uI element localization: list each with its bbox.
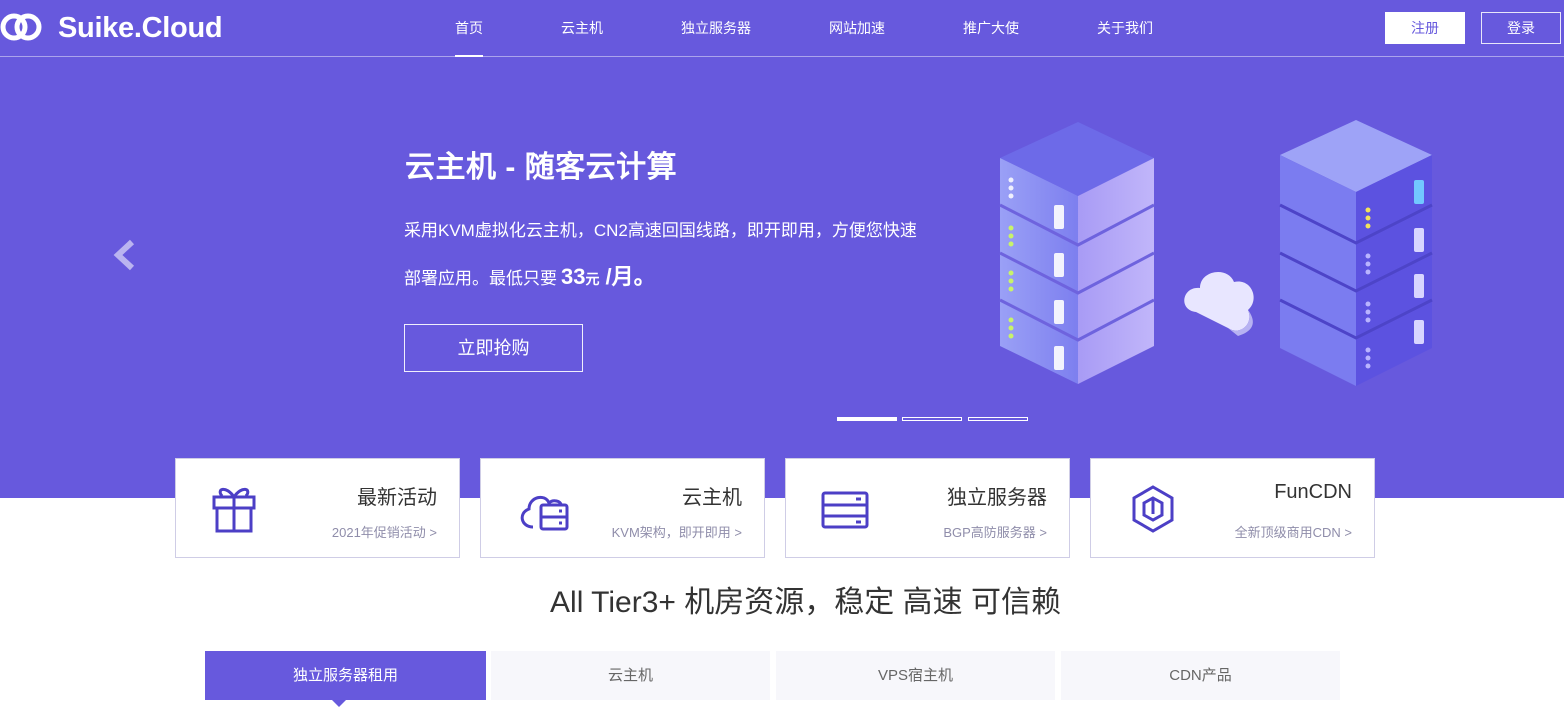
gift-icon	[212, 487, 256, 533]
carousel-dot-1[interactable]	[837, 417, 897, 421]
card-funcdn[interactable]: FunCDN 全新顶级商用CDN >	[1090, 458, 1375, 558]
left-server-tower	[999, 122, 1155, 384]
buy-now-button[interactable]: 立即抢购	[404, 324, 583, 372]
tab-cdn-products[interactable]: CDN产品	[1061, 651, 1340, 700]
right-server-tower	[1279, 120, 1433, 386]
register-button[interactable]: 注册	[1385, 12, 1465, 44]
card-cloud-host[interactable]: 云主机 KVM架构，即开即用 >	[480, 458, 765, 558]
active-tab-caret	[332, 700, 346, 707]
price-value: 33	[561, 264, 586, 289]
nav-item-site-acceleration[interactable]: 网站加速	[829, 0, 885, 57]
nav-item-dedicated-server[interactable]: 独立服务器	[681, 0, 751, 57]
price-period: /月。	[605, 264, 656, 289]
top-navbar: Suike.Cloud 首页 云主机 独立服务器 网站加速 推广大使 关于我们 …	[0, 0, 1564, 57]
nav-item-affiliate[interactable]: 推广大使	[963, 0, 1019, 57]
brand-logo[interactable]: Suike.Cloud	[0, 9, 223, 47]
card-dedicated-server[interactable]: 独立服务器 BGP高防服务器 >	[785, 458, 1070, 558]
tab-vps-host[interactable]: VPS宿主机	[776, 651, 1055, 700]
nav-item-home[interactable]: 首页	[455, 0, 483, 57]
card-title: 独立服务器	[947, 487, 1047, 509]
logo-icon	[0, 13, 42, 41]
cloud-icon	[1184, 271, 1254, 336]
brand-name: Suike.Cloud	[58, 11, 223, 44]
nav-item-cloud-host[interactable]: 云主机	[561, 0, 603, 57]
carousel-dot-3[interactable]	[968, 417, 1028, 421]
carousel-dot-2[interactable]	[902, 417, 962, 421]
tab-dedicated-server-rental[interactable]: 独立服务器租用	[205, 651, 486, 700]
slide-desc-line2-text: 部署应用。最低只要	[404, 269, 557, 288]
section-heading: All Tier3+ 机房资源，稳定 高速 可信赖	[550, 586, 1061, 619]
card-subtitle: BGP高防服务器 >	[943, 525, 1047, 540]
server-illustration	[999, 120, 1433, 386]
tab-cloud-host[interactable]: 云主机	[491, 651, 770, 700]
slide-desc-line1: 采用KVM虚拟化云主机，CN2高速回国线路，即开即用，方便您快速	[404, 221, 917, 240]
card-subtitle: 全新顶级商用CDN >	[1234, 525, 1352, 540]
card-title: 云主机	[682, 487, 742, 509]
price-unit: 元	[585, 271, 600, 287]
card-title: 最新活动	[357, 487, 437, 509]
card-subtitle: KVM架构，即开即用 >	[611, 525, 742, 540]
card-latest-promotions[interactable]: 最新活动 2021年促销活动 >	[175, 458, 460, 558]
login-button[interactable]: 登录	[1481, 12, 1561, 44]
chevron-left-icon[interactable]	[108, 232, 142, 278]
slide-title: 云主机 - 随客云计算	[405, 151, 678, 184]
cdn-hexagon-icon	[1132, 485, 1174, 533]
slide-description: 采用KVM虚拟化云主机，CN2高速回国线路，即开即用，方便您快速 部署应用。最低…	[404, 208, 964, 302]
card-subtitle: 2021年促销活动 >	[331, 525, 437, 540]
nav-item-about[interactable]: 关于我们	[1097, 0, 1153, 57]
slide-desc-line2: 部署应用。最低只要 33元/月。	[404, 254, 964, 302]
server-rack-icon	[821, 491, 869, 529]
cloud-server-icon	[520, 495, 569, 531]
card-title: FunCDN	[1274, 481, 1352, 503]
